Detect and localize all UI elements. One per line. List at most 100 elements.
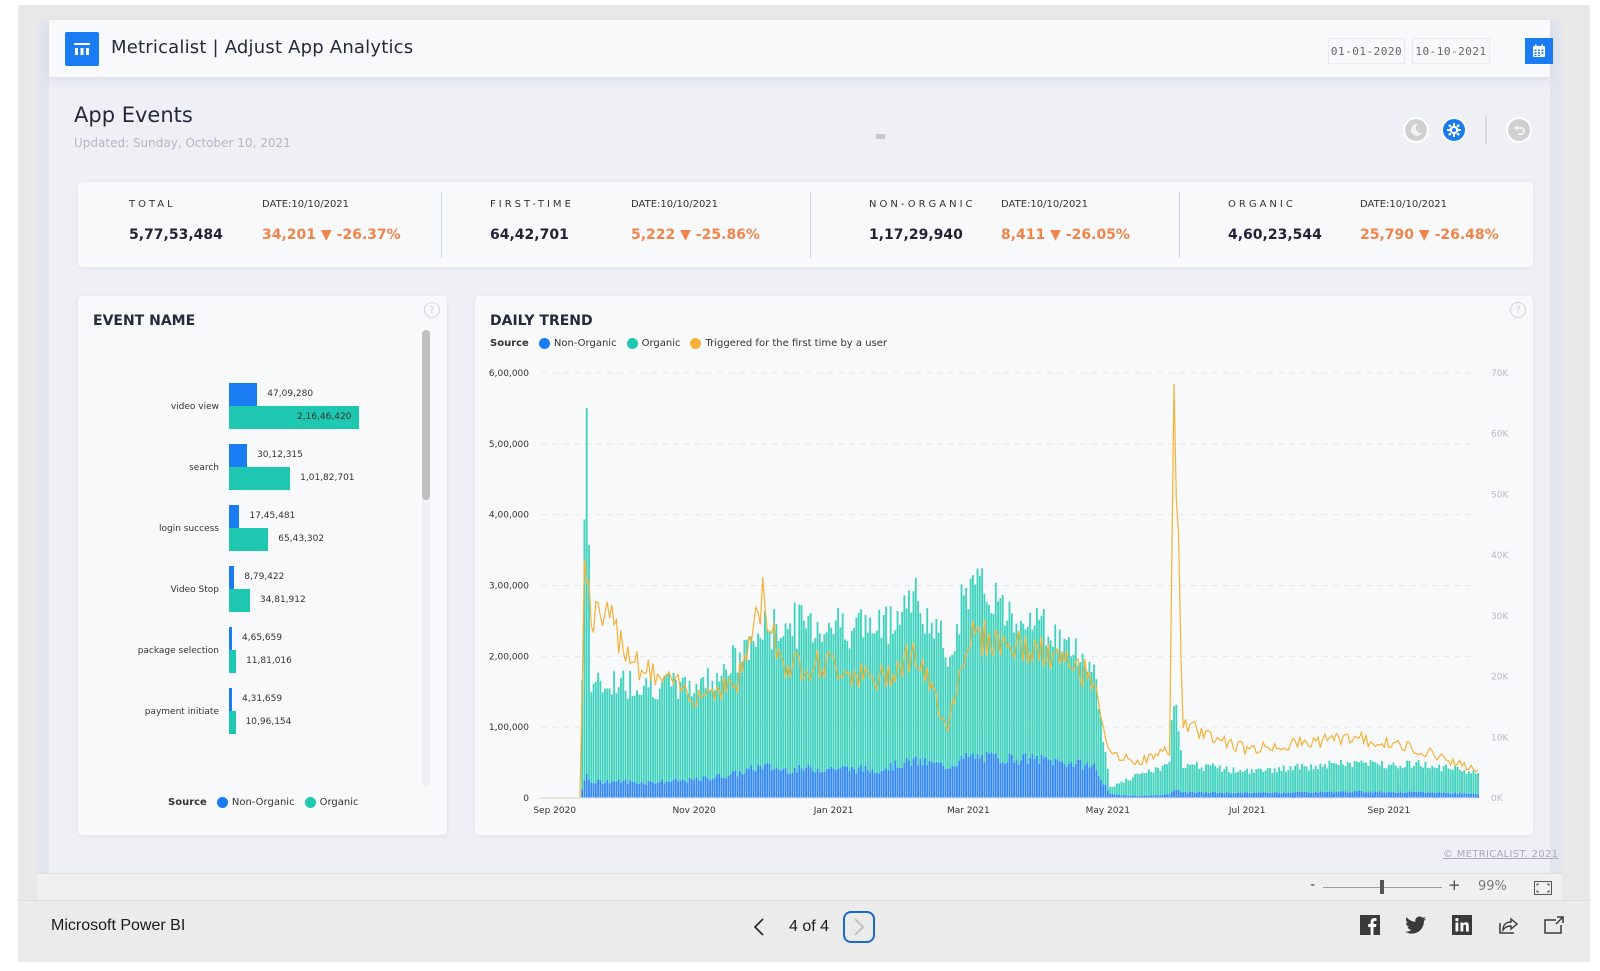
bar-organic[interactable] — [741, 661, 744, 774]
bar-non-organic[interactable] — [1232, 793, 1235, 798]
bar-organic[interactable] — [1317, 769, 1319, 793]
bar-organic[interactable] — [976, 568, 979, 755]
bar-non-organic[interactable] — [1438, 792, 1441, 798]
bar-non-organic[interactable] — [997, 758, 999, 798]
bar-non-organic[interactable] — [713, 778, 716, 798]
bar-organic[interactable] — [672, 672, 675, 780]
bar-non-organic[interactable] — [807, 765, 810, 798]
bar-organic[interactable] — [759, 637, 762, 766]
bar-organic[interactable] — [933, 638, 935, 764]
bar-organic[interactable] — [1323, 764, 1326, 793]
bar-non-organic[interactable] — [1191, 791, 1194, 798]
bar-non-organic[interactable] — [1440, 793, 1443, 798]
bar-organic[interactable] — [688, 680, 691, 778]
bar-non-organic[interactable] — [798, 764, 801, 798]
bar-non-organic[interactable] — [1223, 793, 1226, 798]
bar-non-organic[interactable] — [864, 765, 867, 798]
bar-non-organic[interactable] — [1447, 792, 1450, 798]
bar-non-organic[interactable] — [1243, 792, 1246, 798]
bar-non-organic[interactable] — [1296, 791, 1299, 798]
bar-non-organic[interactable] — [823, 771, 826, 798]
bar-organic[interactable] — [622, 670, 625, 781]
bar-organic[interactable] — [878, 609, 881, 774]
bar-organic[interactable] — [828, 622, 830, 769]
bar-organic[interactable] — [1241, 771, 1244, 794]
bar-organic[interactable] — [1042, 609, 1045, 758]
bar-non-organic[interactable] — [754, 771, 757, 798]
bar-organic[interactable] — [668, 672, 670, 782]
bar-non-organic[interactable] — [1463, 793, 1466, 798]
bar-organic[interactable] — [1319, 763, 1322, 792]
bar-non-organic[interactable] — [882, 770, 885, 798]
bar-non-organic[interactable] — [732, 771, 734, 798]
bar-non-organic[interactable] — [608, 783, 611, 798]
bar-non-organic[interactable] — [857, 767, 860, 798]
bar-organic[interactable] — [910, 612, 913, 766]
bar-non-organic[interactable] — [1358, 790, 1361, 798]
bar-organic[interactable] — [1031, 629, 1034, 754]
bar-non-organic[interactable] — [924, 758, 926, 798]
bar-non-organic[interactable] — [1330, 791, 1333, 798]
bar-organic[interactable] — [1052, 646, 1054, 765]
bar-organic[interactable] — [885, 606, 888, 769]
bar-non-organic[interactable] — [974, 758, 977, 798]
bar-non-organic[interactable] — [700, 780, 702, 798]
bar-non-organic[interactable] — [821, 771, 824, 798]
bar-non-organic[interactable] — [1376, 792, 1379, 798]
bar-organic[interactable] — [610, 694, 613, 782]
bar-non-organic[interactable] — [832, 768, 835, 798]
bar-non-organic[interactable] — [1433, 792, 1436, 798]
bar-non-organic[interactable] — [1200, 791, 1203, 798]
bar-non-organic[interactable] — [1040, 754, 1043, 798]
bar-organic[interactable] — [1285, 771, 1287, 794]
bar-non-organic[interactable] — [622, 780, 625, 798]
bar-organic[interactable] — [1424, 761, 1427, 793]
bar-non-organic[interactable] — [967, 757, 970, 798]
bar-organic[interactable] — [1173, 706, 1175, 791]
bar-non-organic[interactable] — [748, 769, 750, 798]
bar-non-organic[interactable] — [672, 779, 675, 798]
bar-organic[interactable] — [866, 632, 869, 771]
bar-non-organic[interactable] — [1054, 758, 1057, 798]
zoom-in-button[interactable]: + — [1448, 876, 1461, 894]
bar-non-organic[interactable] — [1237, 792, 1239, 798]
bar-non-organic[interactable] — [1072, 766, 1075, 798]
bar-non-organic[interactable] — [1369, 791, 1372, 798]
bar-organic[interactable] — [684, 676, 686, 781]
bar-non-organic[interactable] — [914, 756, 917, 798]
bar-non-organic[interactable] — [1198, 791, 1201, 798]
bar-organic[interactable] — [1086, 671, 1089, 763]
bar-organic[interactable] — [711, 680, 714, 779]
bar-organic[interactable] — [896, 610, 899, 768]
bar-organic[interactable] — [1134, 773, 1137, 796]
bar-non-organic[interactable] — [926, 765, 929, 798]
bar-non-organic[interactable] — [1179, 792, 1182, 798]
bar-non-organic[interactable] — [1477, 794, 1479, 798]
bar-non-organic[interactable] — [1312, 792, 1315, 798]
bar-organic[interactable] — [1367, 765, 1370, 793]
bar-organic[interactable] — [1163, 764, 1166, 795]
bar-non-organic[interactable] — [1319, 791, 1322, 798]
bar-non-organic[interactable] — [1289, 792, 1292, 798]
bar-organic[interactable] — [1214, 765, 1217, 793]
bar-non-organic[interactable] — [1381, 792, 1383, 798]
bar-non-organic[interactable] — [1017, 764, 1020, 798]
bar-organic[interactable] — [1442, 766, 1445, 793]
bar-organic[interactable] — [1225, 766, 1228, 793]
bar-non-organic[interactable] — [1090, 765, 1093, 798]
bar-organic[interactable] — [869, 617, 872, 773]
bar-non-organic[interactable] — [837, 768, 840, 798]
bar-non-organic[interactable] — [978, 758, 981, 798]
bar-non-organic[interactable] — [1056, 759, 1059, 798]
bar-organic[interactable] — [1362, 762, 1365, 793]
bar-organic[interactable] — [1294, 765, 1297, 793]
bar-non-organic[interactable] — [910, 765, 913, 798]
bar-non-organic[interactable] — [892, 770, 894, 798]
bar-organic[interactable] — [1477, 773, 1479, 795]
bar-organic[interactable] — [624, 690, 627, 781]
bar-non-organic[interactable] — [1467, 793, 1470, 798]
bar-organic[interactable] — [1036, 608, 1038, 756]
bar-organic[interactable] — [972, 575, 974, 754]
bar-non-organic[interactable] — [1410, 791, 1413, 798]
bar-organic[interactable] — [942, 647, 945, 766]
